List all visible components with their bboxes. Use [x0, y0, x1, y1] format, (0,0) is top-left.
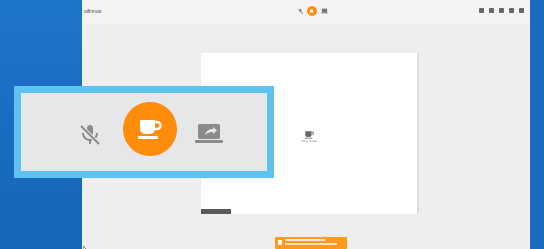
toast-line-1	[285, 239, 325, 241]
screen-share-icon[interactable]	[195, 123, 223, 150]
mic-muted-icon[interactable]	[78, 123, 102, 152]
toast-line-2	[285, 243, 337, 245]
app-title: aifinnae	[84, 9, 102, 15]
people-icon[interactable]	[479, 8, 484, 13]
mouse-cursor-icon	[82, 241, 88, 249]
coffee-cup-icon[interactable]	[123, 102, 177, 156]
screen-share-icon[interactable]	[320, 7, 328, 15]
close-icon[interactable]	[519, 8, 524, 13]
participant-name-tag	[201, 209, 231, 214]
alert-icon	[278, 240, 282, 245]
zoomed-call-controls	[14, 86, 274, 178]
chat-icon[interactable]	[489, 8, 494, 13]
stage-edge	[417, 53, 419, 214]
gear-icon[interactable]	[509, 8, 514, 13]
desktop-background-right	[530, 0, 544, 249]
grid-icon[interactable]	[499, 8, 504, 13]
coffee-cup-icon[interactable]	[307, 6, 317, 16]
toolbar-right-icons	[479, 8, 524, 13]
top-bar: aifinnae	[82, 0, 530, 24]
notification-toast[interactable]	[275, 237, 347, 249]
call-controls	[296, 6, 328, 16]
mic-muted-icon[interactable]	[296, 7, 304, 15]
